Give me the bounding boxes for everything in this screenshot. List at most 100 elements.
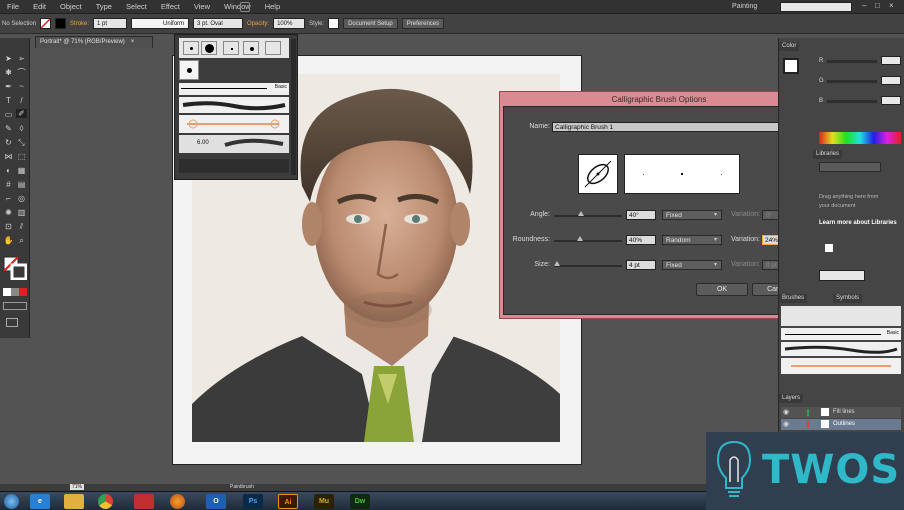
lasso-icon[interactable]: ⌒ bbox=[16, 68, 27, 77]
type-tool-icon[interactable]: T bbox=[3, 96, 14, 105]
tab-brushes[interactable]: Brushes bbox=[779, 294, 808, 303]
brush-dot-small[interactable] bbox=[183, 41, 199, 55]
size-field[interactable]: 4 pt bbox=[626, 260, 656, 270]
blend-tool-icon[interactable]: ◎ bbox=[16, 194, 27, 203]
stroke-swatch[interactable] bbox=[55, 18, 67, 29]
stroke-weight-field[interactable]: 1 pt bbox=[93, 18, 128, 29]
brush-definition[interactable]: 3 pt. Oval bbox=[193, 18, 244, 29]
perspective-grid-icon[interactable]: ▦ bbox=[16, 166, 27, 175]
learn-libraries-link[interactable]: Learn more about Libraries bbox=[819, 220, 897, 226]
firefox-icon[interactable] bbox=[170, 494, 185, 509]
angle-slider[interactable] bbox=[554, 215, 622, 217]
dreamweaver-icon[interactable]: Dw bbox=[350, 494, 370, 509]
opacity-field[interactable]: 100% bbox=[273, 18, 306, 29]
shape-builder-icon[interactable]: ◐ bbox=[3, 166, 14, 175]
menu-help[interactable]: Help bbox=[258, 0, 287, 14]
charcoal-brush-preview[interactable] bbox=[781, 342, 901, 356]
screen-mode-icon[interactable] bbox=[6, 318, 18, 327]
ok-button[interactable]: OK bbox=[696, 283, 748, 296]
muse-icon[interactable]: Mu bbox=[314, 494, 334, 509]
paintbrush-tool-icon[interactable]: ✐ bbox=[16, 109, 27, 118]
media-icon[interactable] bbox=[134, 494, 154, 509]
symbol-sprayer-icon[interactable]: ✺ bbox=[3, 208, 14, 217]
angle-slider-thumb[interactable] bbox=[578, 211, 585, 216]
eye-icon[interactable]: ◉ bbox=[783, 420, 789, 428]
pencil-tool-icon[interactable]: ✎ bbox=[3, 124, 14, 133]
tab-layers[interactable]: Layers bbox=[779, 394, 804, 403]
stroke-weight-select[interactable] bbox=[819, 270, 865, 281]
rotate-tool-icon[interactable]: ↻ bbox=[3, 138, 14, 147]
menu-effect[interactable]: Effect bbox=[154, 0, 187, 14]
color-mode-buttons[interactable] bbox=[3, 288, 27, 296]
white-swatch[interactable] bbox=[825, 244, 833, 252]
brush-name-field[interactable]: Calligraphic Brush 1 bbox=[552, 122, 804, 132]
artboard-tool-icon[interactable]: ⊡ bbox=[3, 222, 14, 231]
layer-row-outlines[interactable]: ◉ Outlines bbox=[781, 419, 901, 430]
spectrum-bar[interactable] bbox=[819, 132, 901, 144]
fill-swatch[interactable] bbox=[40, 18, 52, 29]
chrome-icon[interactable] bbox=[98, 494, 113, 509]
roundness-slider-thumb[interactable] bbox=[576, 236, 583, 241]
graph-tool-icon[interactable]: ▥ bbox=[16, 208, 27, 217]
close-tab-icon[interactable]: × bbox=[131, 39, 135, 45]
menu-object[interactable]: Object bbox=[53, 0, 89, 14]
style-swatch[interactable] bbox=[328, 18, 340, 29]
menu-file[interactable]: File bbox=[0, 0, 26, 14]
pattern-brush-preview[interactable] bbox=[781, 358, 901, 374]
workspace-switcher[interactable]: Painting bbox=[732, 1, 757, 13]
menu-edit[interactable]: Edit bbox=[26, 0, 53, 14]
menu-select[interactable]: Select bbox=[119, 0, 154, 14]
brush-dot-medium[interactable] bbox=[243, 41, 259, 55]
ie-browser-icon[interactable]: e bbox=[30, 494, 50, 509]
gradient-tool-icon[interactable]: ▤ bbox=[16, 180, 27, 189]
brush-dot-tiny[interactable] bbox=[223, 41, 239, 55]
brush-empty[interactable] bbox=[265, 41, 281, 55]
hand-tool-icon[interactable]: ✋ bbox=[3, 236, 14, 245]
scale-tool-icon[interactable]: ⤡ bbox=[16, 138, 27, 147]
r-slider[interactable] bbox=[827, 60, 877, 63]
b-value-field[interactable] bbox=[881, 96, 901, 105]
menu-window[interactable]: Window bbox=[217, 0, 258, 14]
pattern-brush-row[interactable] bbox=[179, 115, 289, 133]
eraser-tool-icon[interactable]: ◊ bbox=[16, 124, 27, 133]
tab-libraries[interactable]: Libraries bbox=[813, 150, 843, 159]
variable-width-profile[interactable]: Uniform bbox=[131, 18, 190, 29]
bridge-icon[interactable] bbox=[240, 2, 250, 12]
roundness-field[interactable]: 40% bbox=[626, 235, 656, 245]
size-slider[interactable] bbox=[554, 265, 622, 267]
eye-icon[interactable]: ◉ bbox=[783, 408, 789, 416]
stroke-fill-icon[interactable] bbox=[783, 58, 799, 74]
zoom-level[interactable]: 71% bbox=[70, 484, 85, 490]
b-slider[interactable] bbox=[827, 100, 877, 103]
curvature-tool-icon[interactable]: ~ bbox=[16, 82, 27, 91]
bristle-brush-row[interactable]: 6.00 bbox=[179, 135, 289, 153]
zoom-tool-icon[interactable]: ⌕ bbox=[16, 236, 27, 245]
width-tool-icon[interactable]: ⋈ bbox=[3, 152, 14, 161]
outlook-icon[interactable]: O bbox=[206, 494, 226, 509]
mesh-tool-icon[interactable]: # bbox=[3, 180, 14, 189]
basic-brush-preview[interactable]: Basic bbox=[781, 328, 901, 340]
g-slider[interactable] bbox=[827, 80, 877, 83]
menu-view[interactable]: View bbox=[187, 0, 217, 14]
free-transform-icon[interactable]: ⬚ bbox=[16, 152, 27, 161]
basic-brush-row[interactable]: Basic bbox=[179, 83, 289, 95]
document-tab[interactable]: Portrait* @ 71% (RGB/Preview) × bbox=[35, 36, 153, 48]
illustrator-icon[interactable]: Ai bbox=[278, 494, 298, 509]
tab-color[interactable]: Color bbox=[779, 42, 800, 51]
g-value-field[interactable] bbox=[881, 76, 901, 85]
r-value-field[interactable] bbox=[881, 56, 901, 65]
eyedropper-icon[interactable]: ⌐ bbox=[3, 194, 14, 203]
brush-panel-scrollbar[interactable] bbox=[291, 39, 296, 175]
stroke-label[interactable]: Stroke: bbox=[70, 21, 89, 27]
preferences-button[interactable]: Preferences bbox=[401, 18, 445, 29]
opacity-label[interactable]: Opacity: bbox=[247, 21, 269, 27]
maximize-icon[interactable]: □ bbox=[875, 1, 880, 10]
photoshop-icon[interactable]: Ps bbox=[243, 494, 263, 509]
start-button-icon[interactable] bbox=[4, 494, 19, 509]
direct-selection-tool-icon[interactable]: ➢ bbox=[16, 54, 27, 63]
minimize-icon[interactable]: – bbox=[862, 1, 866, 10]
magic-wand-icon[interactable]: ✱ bbox=[3, 68, 14, 77]
rectangle-tool-icon[interactable]: ▭ bbox=[3, 110, 14, 119]
draw-mode-icon[interactable] bbox=[3, 302, 27, 310]
explorer-icon[interactable] bbox=[64, 494, 84, 509]
